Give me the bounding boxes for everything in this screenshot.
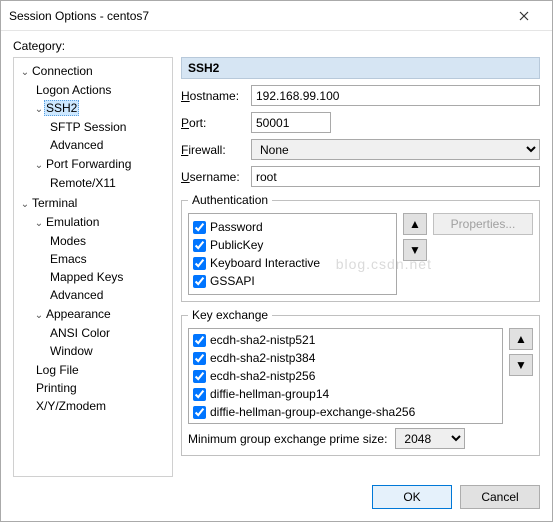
kex-checkbox[interactable] — [193, 388, 206, 401]
tree-item-ansi-color[interactable]: ANSI Color — [48, 324, 170, 342]
triangle-up-icon: ▲ — [409, 217, 421, 231]
close-button[interactable] — [504, 2, 544, 30]
username-input[interactable] — [251, 166, 540, 187]
key-exchange-legend: Key exchange — [188, 308, 272, 322]
close-icon — [519, 11, 529, 21]
properties-button: Properties... — [433, 213, 533, 235]
tree-item-emacs[interactable]: Emacs — [48, 250, 170, 268]
category-label: Category: — [13, 39, 540, 53]
tree-item-advanced[interactable]: Advanced — [48, 136, 170, 154]
auth-checkbox[interactable] — [193, 221, 206, 234]
tree-item-printing[interactable]: Printing — [34, 379, 170, 397]
auth-item[interactable]: PublicKey — [193, 236, 392, 254]
auth-move-up-button[interactable]: ▲ — [403, 213, 427, 235]
auth-item[interactable]: Keyboard Interactive — [193, 254, 392, 272]
username-label: Username: — [181, 170, 245, 184]
port-label: Port: — [181, 116, 245, 130]
auth-checkbox[interactable] — [193, 275, 206, 288]
authentication-list[interactable]: Password PublicKey Keyboard Interactive … — [188, 213, 397, 295]
dialog-title: Session Options - centos7 — [9, 9, 504, 23]
kex-checkbox[interactable] — [193, 352, 206, 365]
tree-item-modes[interactable]: Modes — [48, 232, 170, 250]
port-input[interactable] — [251, 112, 331, 133]
chevron-down-icon: ⌄ — [20, 197, 30, 213]
cancel-button[interactable]: Cancel — [460, 485, 540, 509]
min-group-label: Minimum group exchange prime size: — [188, 432, 387, 446]
kex-item[interactable]: ecdh-sha2-nistp384 — [193, 349, 498, 367]
kex-item[interactable]: ecdh-sha2-nistp256 — [193, 367, 498, 385]
kex-checkbox[interactable] — [193, 406, 206, 419]
firewall-select[interactable]: None — [251, 139, 540, 160]
tree-item-emulation[interactable]: ⌄Emulation Modes Emacs Mapped Keys Advan… — [34, 213, 170, 305]
tree-item-ssh2[interactable]: ⌄SSH2 SFTP Session Advanced — [34, 99, 170, 155]
key-exchange-group: Key exchange ecdh-sha2-nistp521 ecdh-sha… — [181, 308, 540, 456]
triangle-down-icon: ▼ — [515, 358, 527, 372]
key-exchange-list[interactable]: ecdh-sha2-nistp521 ecdh-sha2-nistp384 ec… — [188, 328, 503, 424]
auth-checkbox[interactable] — [193, 257, 206, 270]
category-tree[interactable]: ⌄Connection Logon Actions ⌄SSH2 SFTP Ses… — [13, 57, 173, 477]
authentication-group: Authentication Password PublicKey Keyboa… — [181, 193, 540, 302]
auth-item[interactable]: GSSAPI — [193, 272, 392, 290]
panel-heading: SSH2 — [181, 57, 540, 79]
triangle-up-icon: ▲ — [515, 332, 527, 346]
kex-move-up-button[interactable]: ▲ — [509, 328, 533, 350]
auth-move-down-button[interactable]: ▼ — [403, 239, 427, 261]
tree-item-mapped-keys[interactable]: Mapped Keys — [48, 268, 170, 286]
min-group-select[interactable]: 2048 — [395, 428, 465, 449]
chevron-down-icon: ⌄ — [34, 158, 44, 174]
kex-checkbox[interactable] — [193, 334, 206, 347]
tree-item-connection[interactable]: ⌄Connection Logon Actions ⌄SSH2 SFTP Ses… — [20, 62, 170, 194]
authentication-legend: Authentication — [188, 193, 272, 207]
tree-item-port-forwarding[interactable]: ⌄Port Forwarding Remote/X11 — [34, 155, 170, 193]
kex-checkbox[interactable] — [193, 370, 206, 383]
chevron-down-icon: ⌄ — [34, 216, 44, 232]
hostname-label: Hostname: — [181, 89, 245, 103]
tree-item-log-file[interactable]: Log File — [34, 361, 170, 379]
auth-checkbox[interactable] — [193, 239, 206, 252]
kex-move-down-button[interactable]: ▼ — [509, 354, 533, 376]
tree-item-window[interactable]: Window — [48, 342, 170, 360]
firewall-label: Firewall: — [181, 143, 245, 157]
kex-item[interactable]: ecdh-sha2-nistp521 — [193, 331, 498, 349]
tree-item-xyzmodem[interactable]: X/Y/Zmodem — [34, 397, 170, 415]
kex-item[interactable]: diffie-hellman-group-exchange-sha256 — [193, 403, 498, 421]
session-options-dialog: Session Options - centos7 Category: ⌄Con… — [0, 0, 553, 522]
tree-item-remote-x11[interactable]: Remote/X11 — [48, 174, 170, 192]
chevron-down-icon: ⌄ — [34, 308, 44, 324]
auth-item[interactable]: Password — [193, 218, 392, 236]
kex-item[interactable]: diffie-hellman-group14 — [193, 385, 498, 403]
chevron-down-icon: ⌄ — [34, 102, 44, 118]
hostname-input[interactable] — [251, 85, 540, 106]
tree-item-logon-actions[interactable]: Logon Actions — [34, 81, 170, 99]
tree-item-appearance[interactable]: ⌄Appearance ANSI Color Window — [34, 305, 170, 361]
dialog-footer: OK Cancel — [13, 477, 540, 509]
chevron-down-icon: ⌄ — [20, 65, 30, 81]
titlebar: Session Options - centos7 — [1, 1, 552, 31]
tree-item-terminal[interactable]: ⌄Terminal ⌄Emulation Modes Emacs Mapped … — [20, 194, 170, 416]
tree-item-advanced2[interactable]: Advanced — [48, 286, 170, 304]
ok-button[interactable]: OK — [372, 485, 452, 509]
triangle-down-icon: ▼ — [409, 243, 421, 257]
tree-item-sftp-session[interactable]: SFTP Session — [48, 118, 170, 136]
